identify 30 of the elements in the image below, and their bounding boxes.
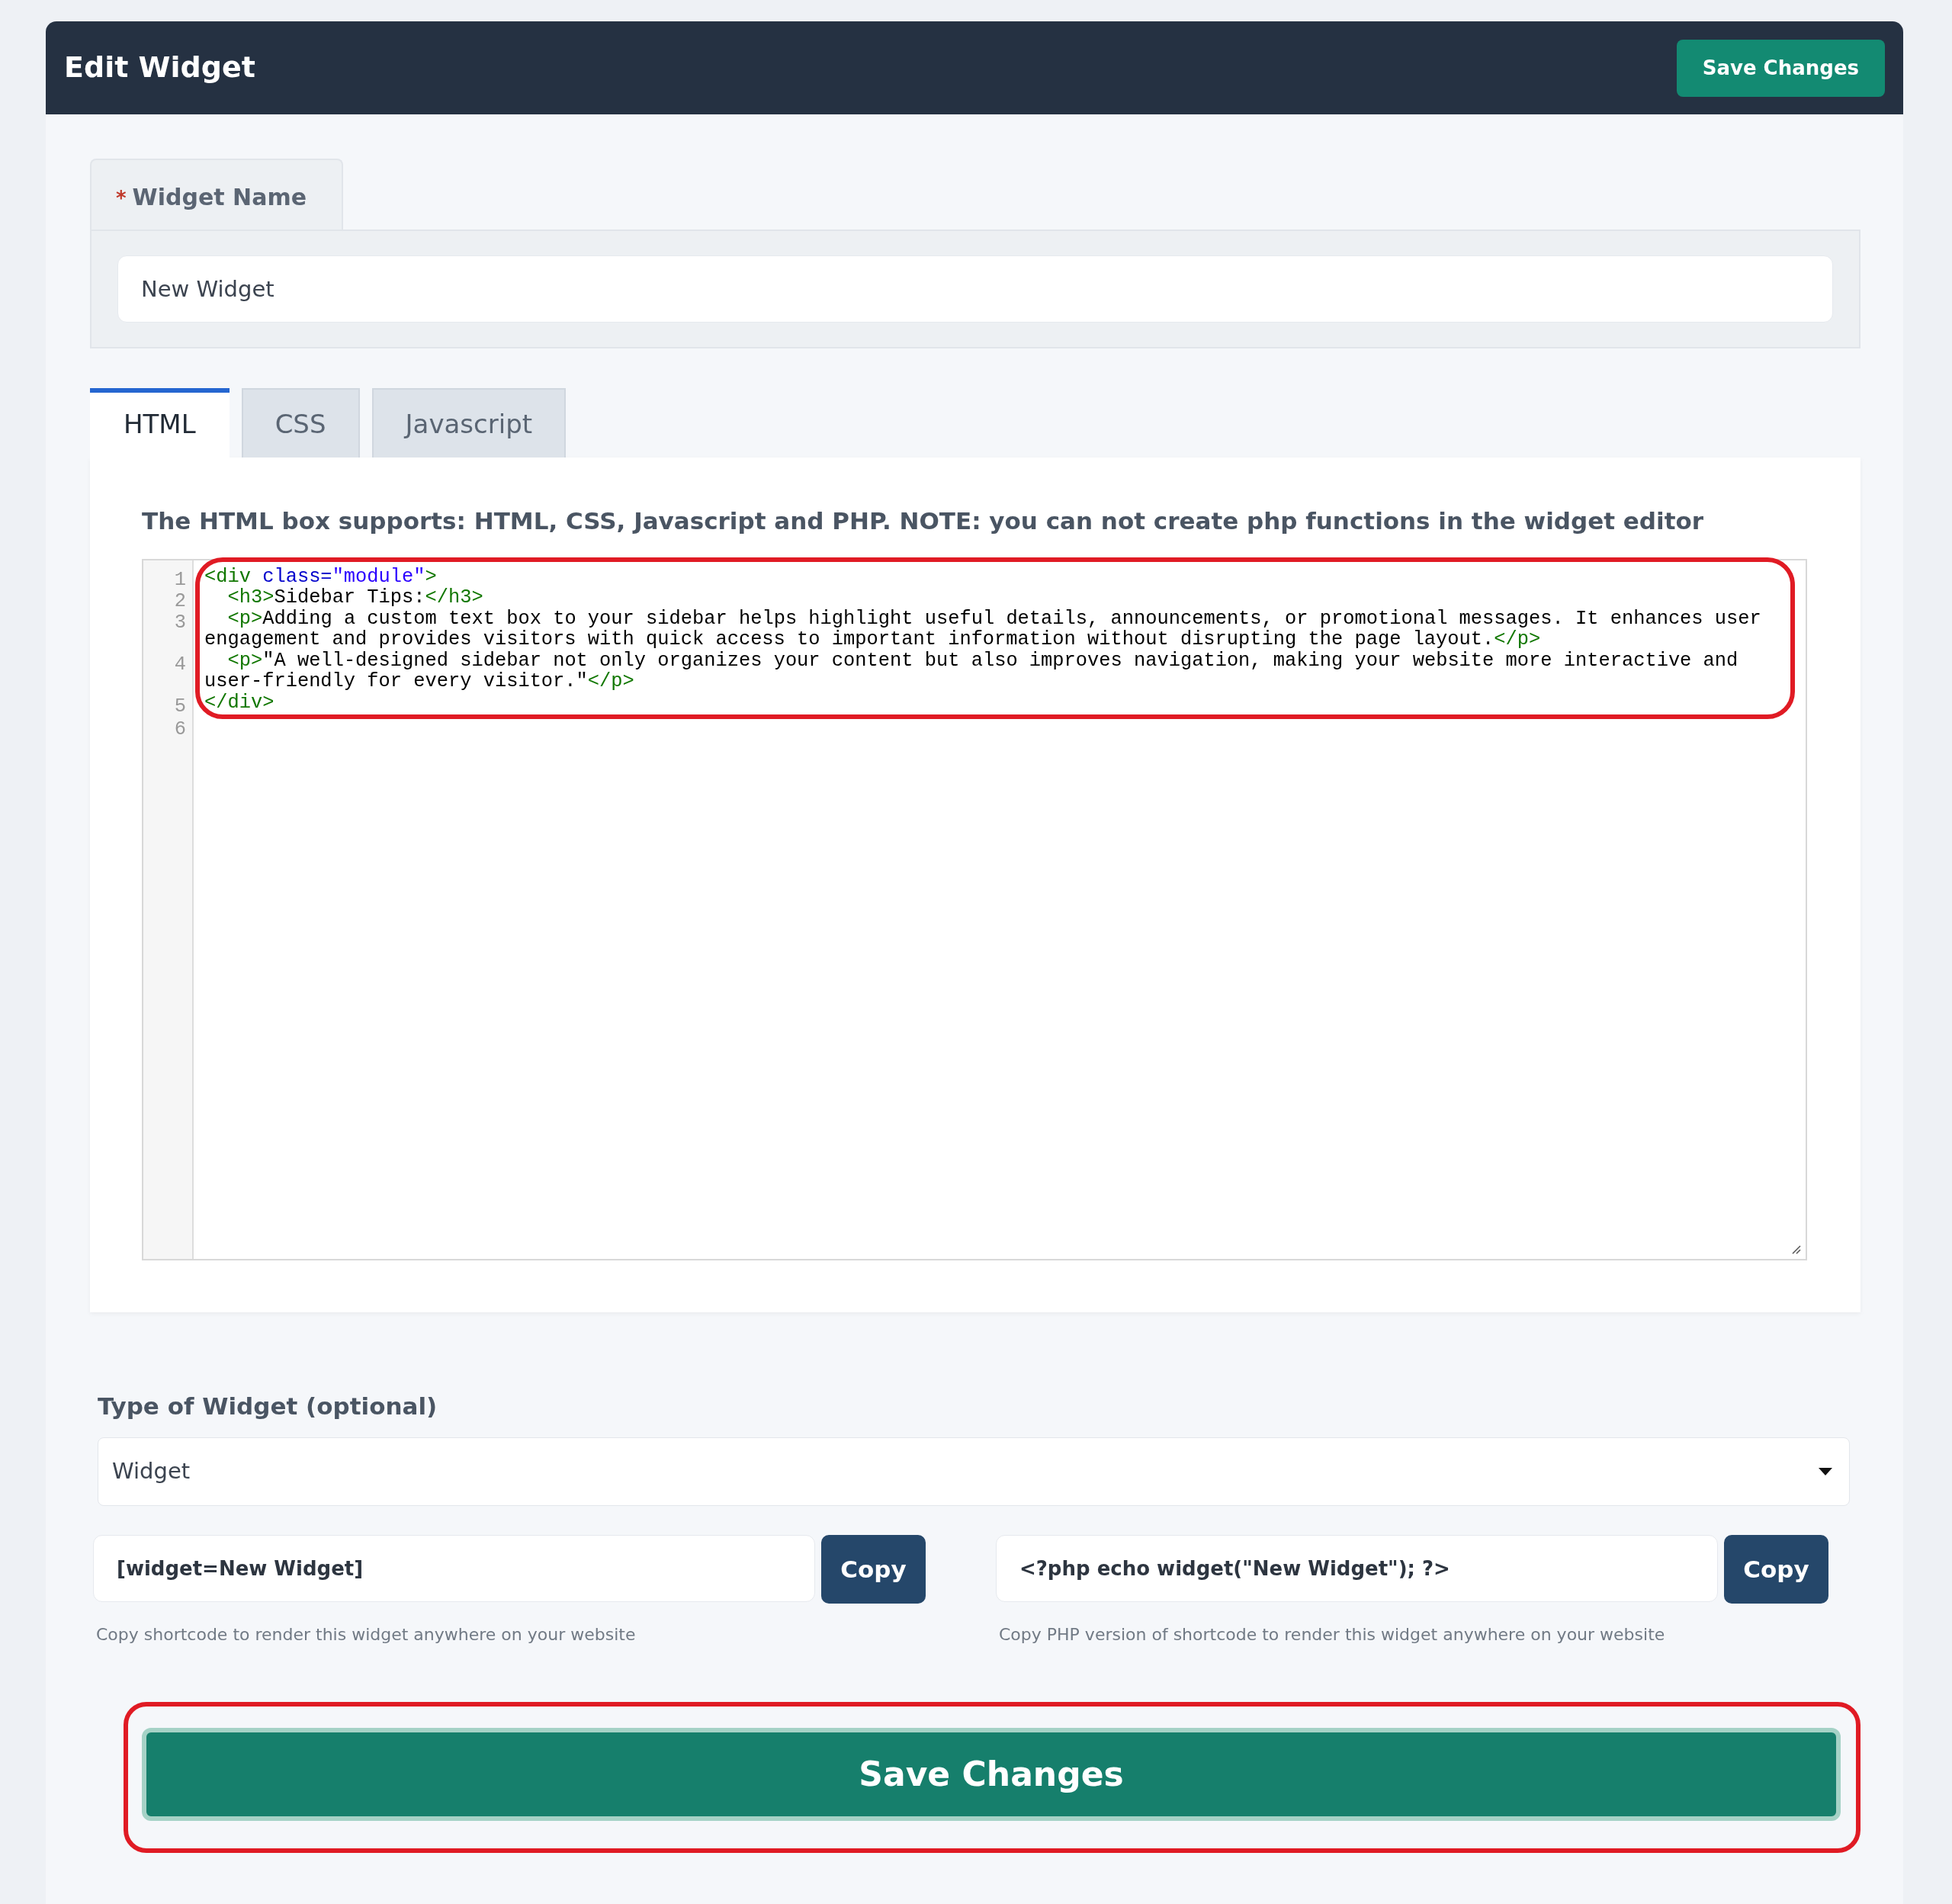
code-line: <p>Adding a custom text box to your sidebar helps highlight useful details, announcements, or promotional messages. It enhances user engagement and provides visitors with quick access to important information without disrupting the page layout.</p> [204,608,1762,650]
line-number: 4 [173,653,187,677]
field-label: Widget Name [132,184,307,210]
copy-button[interactable]: Copy [821,1535,926,1604]
copy-button[interactable]: Copy [1724,1535,1828,1604]
shortcode-field[interactable]: <?php echo widget("New Widget"); ?> [996,1535,1718,1602]
name-input-field[interactable]: New Widget [117,255,1833,323]
required-mark: * [116,187,127,210]
page-title: Edit Widget [64,50,255,85]
line-number: 1 [173,569,187,591]
select-value: Widget [112,1457,191,1486]
shortcode-field[interactable]: [widget=New Widget] [93,1535,815,1602]
save-button[interactable]: Save Changes [1676,39,1885,97]
editor-note: The HTML box supports: HTML, CSS, Javascript and PHP. NOTE: you can not create php functions in the widget editor [142,506,1705,536]
tab[interactable]: Javascript [371,388,567,458]
line-number: 6 [173,719,187,740]
help-text: Copy PHP version of shortcode to render this widget anywhere on your website [999,1624,1666,1646]
tab[interactable]: CSS [241,388,360,458]
help-text: Copy shortcode to render this widget anywhere on your website [96,1624,637,1646]
save-button[interactable]: Save Changes [142,1728,1841,1821]
code-line: </div> [204,692,275,713]
tab[interactable]: HTML [90,388,230,458]
code-line: <div class="module"> [204,566,438,587]
line-number: 5 [173,695,187,718]
field-label: Type of Widget (optional) [98,1391,438,1421]
line-number: 3 [173,612,187,635]
line-number: 2 [173,590,187,612]
code-line: <h3>Sidebar Tips:</h3> [226,587,484,608]
code-line: <p>"A well-designed sidebar not only organizes your content but also improves navigation, making your website more interactive and user-friendly for every visitor."</p> [204,650,1739,692]
widget-type-select[interactable]: Widget [98,1437,1850,1506]
